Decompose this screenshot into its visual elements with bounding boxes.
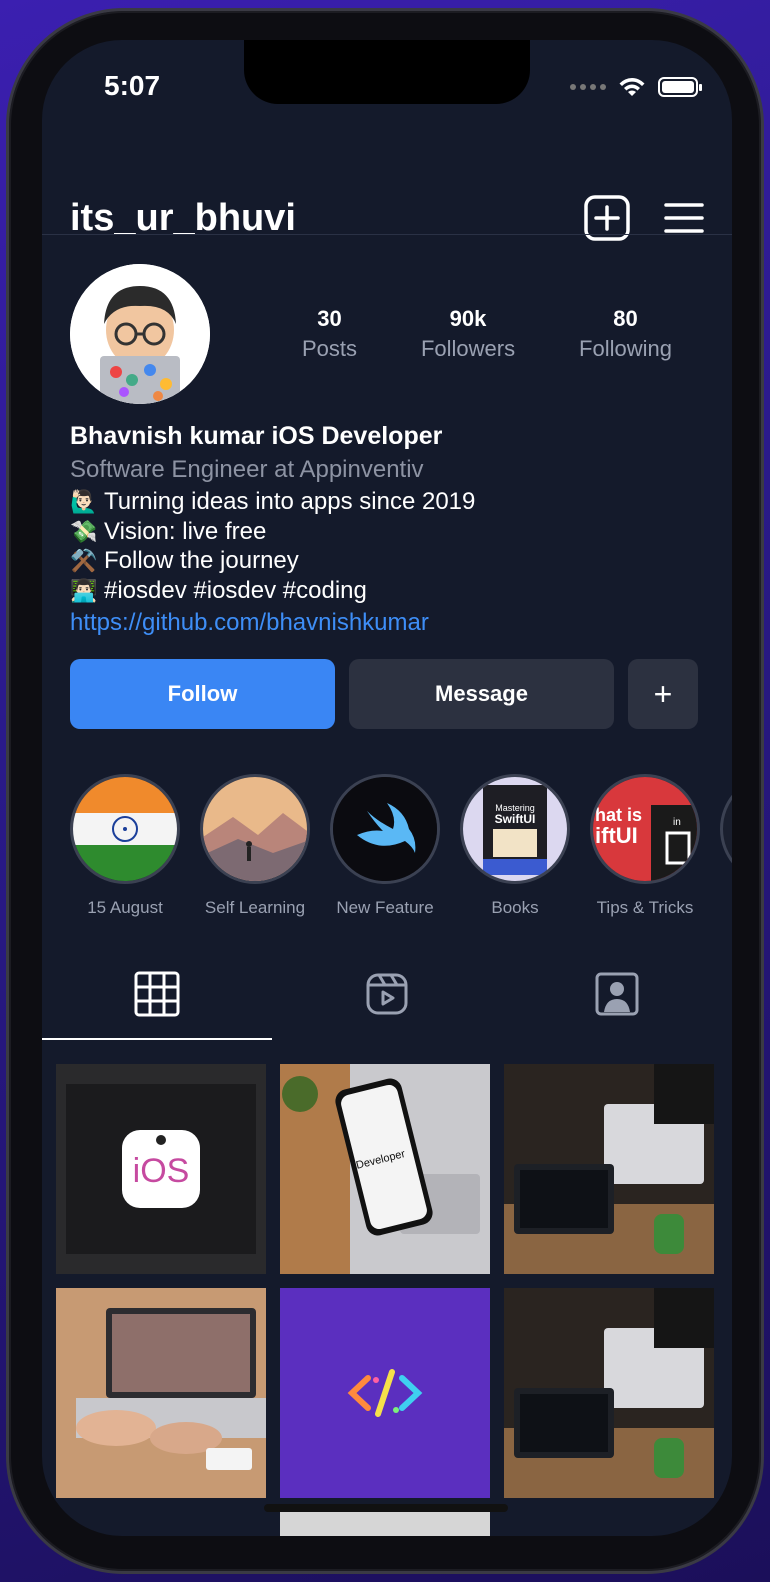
code-logo-photo [280, 1288, 490, 1498]
bio-line: ⚒️ Follow the journey [70, 546, 704, 576]
memoji-avatar-icon [70, 264, 210, 404]
bio-line: 🙋🏻‍♂️ Turning ideas into apps since 2019 [70, 487, 704, 517]
money-wings-icon: 💸 [70, 518, 98, 544]
thumb-text: hat is [595, 805, 642, 825]
posts-grid: iOS Developer [56, 1064, 718, 1498]
highlight-item[interactable]: Self Learning [200, 774, 310, 924]
tab-posts-grid[interactable] [42, 948, 272, 1040]
post-thumbnail[interactable]: iOS [56, 1064, 266, 1274]
india-flag-icon [73, 777, 177, 881]
suggest-more-button[interactable]: + [628, 659, 698, 729]
highlight-thumb: hat is iftUI in [590, 774, 700, 884]
highlight-item-partial[interactable] [720, 774, 732, 924]
thumb-text: iftUI [595, 823, 638, 848]
highlight-item[interactable]: hat is iftUI in Tips & Tricks [590, 774, 700, 924]
post-thumbnail[interactable]: Developer [280, 1064, 490, 1274]
highlight-thumb [720, 774, 732, 884]
highlight-label: 15 August [87, 898, 163, 917]
signal-dots-icon [570, 84, 606, 90]
profile-summary: 30 Posts 90k Followers 80 Following [70, 264, 704, 404]
bio-name: Bhavnish kumar iOS Developer [70, 422, 443, 450]
highlight-thumb [330, 774, 440, 884]
bio-line-text: Follow the journey [104, 547, 299, 574]
bio-line-text: Vision: live free [104, 517, 267, 545]
post-thumbnail[interactable] [56, 1288, 266, 1498]
message-button[interactable]: Message [349, 659, 614, 729]
header-divider [42, 234, 732, 235]
highlight-label: Tips & Tricks [596, 898, 694, 917]
highlight-thumb [200, 774, 310, 884]
profile-header: its_ur_bhuvi [70, 188, 704, 248]
wifi-icon [619, 78, 645, 96]
highlight-label: New Feature [336, 898, 434, 917]
story-highlights: 15 August Self Learning New Feature Mast… [70, 774, 732, 924]
laptop-typing-photo [56, 1288, 266, 1498]
book-cover-icon: Mastering SwiftUI [463, 777, 567, 881]
coding-desk-photo [504, 1288, 714, 1498]
reels-icon [366, 973, 408, 1015]
coding-desk-photo [504, 1064, 714, 1274]
bio-line-text: #iosdev #iosdev #coding [104, 576, 367, 604]
follow-button[interactable]: Follow [70, 659, 335, 729]
hamburger-menu-icon [664, 203, 704, 233]
highlight-item[interactable]: New Feature [330, 774, 440, 924]
technologist-icon: 👨🏻‍💻 [70, 577, 98, 603]
highlight-label: Self Learning [204, 898, 306, 917]
app-screen: 5:07 its_ur_bhuvi 30 Posts 90k Followers… [42, 40, 732, 1536]
swiftui-tip-icon: hat is iftUI in [593, 777, 697, 881]
stat-posts[interactable]: 30 Posts [302, 306, 357, 362]
profile-bio: Bhavnish kumar iOS Developer Software En… [70, 420, 704, 641]
status-icons [570, 76, 702, 98]
bio-link[interactable]: https://github.com/bhavnishkumar [70, 605, 704, 641]
bio-line: 👨🏻‍💻 #iosdev #iosdev #coding [70, 576, 704, 606]
post-text: iOS [133, 1152, 190, 1190]
tab-tagged[interactable] [502, 948, 732, 1040]
stat-count: 90k [449, 306, 487, 331]
swift-logo-icon [333, 777, 437, 881]
person-raising-hand-icon: 🙋🏻‍♂️ [70, 489, 98, 514]
profile-actions: Follow Message + [70, 659, 698, 729]
profile-stats: 30 Posts 90k Followers 80 Following [270, 306, 704, 362]
stat-label: Following [579, 336, 672, 361]
tab-reels[interactable] [272, 948, 502, 1040]
highlight-thumb: Mastering SwiftUI [460, 774, 570, 884]
ios-phone-photo: iOS [56, 1064, 266, 1274]
post-thumbnail[interactable] [504, 1288, 714, 1498]
thumb-text: in [673, 817, 681, 828]
highlight-item[interactable]: 15 August [70, 774, 180, 924]
tagged-person-icon [595, 972, 639, 1016]
home-indicator [264, 1504, 508, 1512]
highlight-label: Books [491, 898, 539, 917]
highlight-thumb [70, 774, 180, 884]
post-thumbnail[interactable] [504, 1064, 714, 1274]
menu-button[interactable] [664, 201, 704, 235]
mountain-landscape-icon [203, 777, 307, 881]
stat-label: Posts [301, 336, 357, 361]
developer-phone-photo: Developer [280, 1064, 490, 1274]
stat-count: 30 [317, 306, 342, 331]
status-time: 5:07 [104, 70, 161, 101]
stat-following[interactable]: 80 Following [579, 306, 672, 362]
post-thumbnail-partial[interactable] [280, 1512, 490, 1536]
notch [244, 40, 530, 104]
highlight-item[interactable]: Mastering SwiftUI Books [460, 774, 570, 924]
profile-tabs [42, 948, 732, 1040]
grid-icon [134, 971, 180, 1017]
stat-label: Followers [420, 336, 516, 361]
stat-count: 80 [613, 306, 638, 331]
battery-icon [658, 77, 702, 97]
bio-line-text: Turning ideas into apps since 2019 [104, 488, 476, 515]
stat-followers[interactable]: 90k Followers [421, 306, 515, 362]
bio-line: 💸 Vision: live free [70, 517, 704, 547]
post-thumbnail[interactable] [280, 1288, 490, 1498]
bio-subtitle: Software Engineer at Appinventiv [70, 456, 424, 483]
hammer-pick-icon: ⚒️ [70, 548, 98, 573]
avatar[interactable] [70, 264, 210, 404]
book-title-text: SwiftUI [495, 812, 536, 826]
